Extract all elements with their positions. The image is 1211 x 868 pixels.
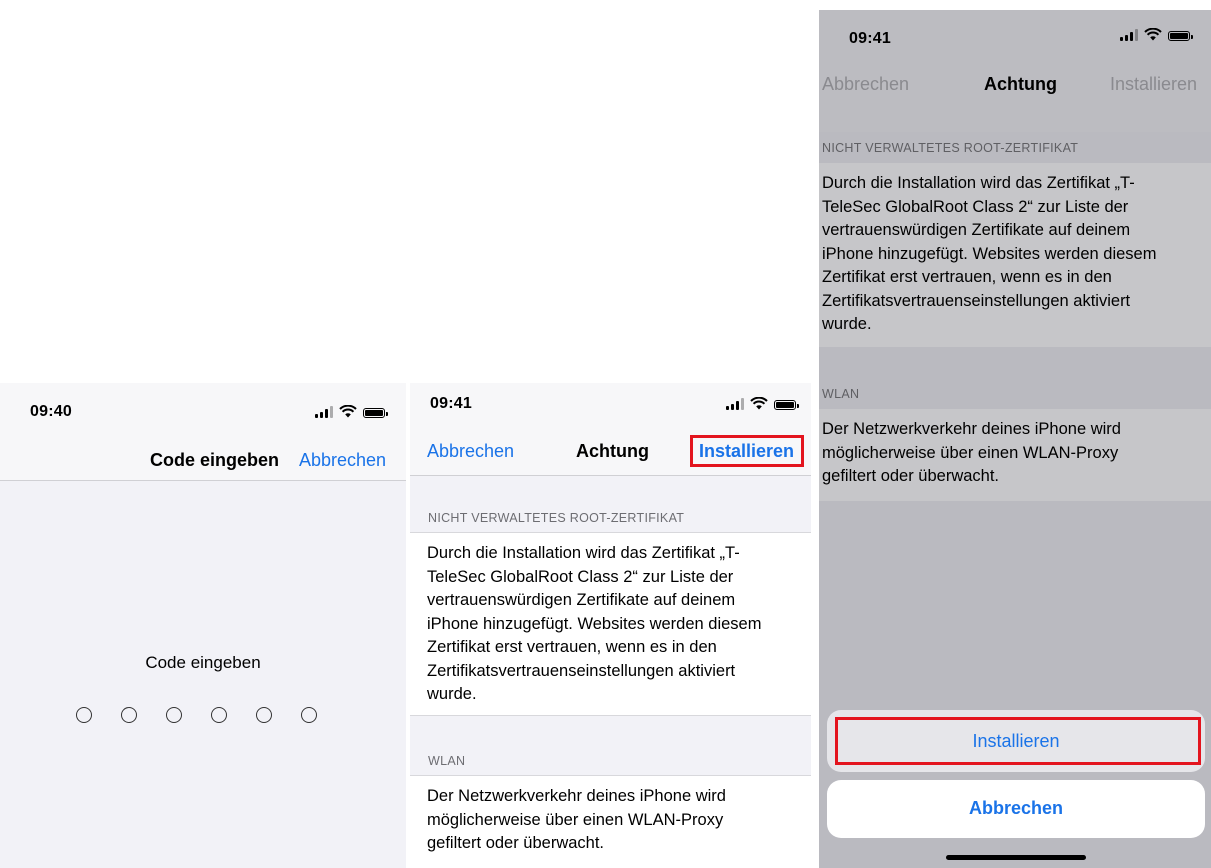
wifi-icon	[339, 405, 357, 418]
nav-title: Achtung	[984, 74, 1057, 94]
text-line: Durch die Installation wird das Zertifik…	[427, 544, 740, 562]
passcode-dot	[256, 707, 272, 723]
text-line: möglicherweise über einen WLAN-Proxy	[822, 443, 1119, 462]
text-line: wurde.	[427, 685, 477, 703]
text-line: Der Netzwerkverkehr deines iPhone wird	[427, 787, 726, 805]
status-icons	[1120, 28, 1193, 41]
nav-title: Code eingeben	[150, 450, 280, 470]
text-line: TeleSec GlobalRoot Class 2“ zur Liste de…	[822, 197, 1129, 216]
status-icons	[726, 397, 799, 410]
text-line: Zertifikat erst vertrauen, wenn es in de…	[427, 638, 717, 656]
wlan-description: Der Netzwerkverkehr deines iPhone wird m…	[822, 418, 1121, 489]
cellular-signal-icon	[726, 398, 744, 410]
text-line: vertrauenswürdigen Zertifikate auf deine…	[822, 221, 1131, 239]
install-button[interactable]: Installieren	[1110, 74, 1197, 95]
text-line: Der Netzwerkverkehr deines iPhone wird	[822, 420, 1121, 438]
warning-screen: 09:41 Abbrechen Achtung Installieren NIC…	[410, 383, 811, 868]
status-time: 09:41	[849, 30, 891, 47]
cellular-signal-icon	[1120, 29, 1138, 41]
text-line: Zertifikatsvertrauenseinstellungen aktiv…	[427, 661, 736, 680]
separator	[410, 532, 811, 533]
text-line: vertrauenswürdigen Zertifikate auf deine…	[427, 591, 736, 609]
passcode-dot	[121, 707, 137, 723]
passcode-dot	[76, 707, 92, 723]
certificate-description: Durch die Installation wird das Zertifik…	[427, 542, 761, 707]
cancel-button[interactable]: Abbrechen	[427, 441, 514, 462]
section-header-wlan: WLAN	[428, 754, 466, 768]
section-header-wlan: WLAN	[822, 387, 860, 401]
text-line: gefiltert oder überwacht.	[822, 467, 1000, 485]
text-line: wurde.	[822, 315, 872, 333]
install-confirmation-screen: 09:41 Abbrechen Achtung Installieren NIC…	[819, 10, 1211, 868]
text-line: Durch die Installation wird das Zertifik…	[822, 174, 1135, 192]
text-line: Zertifikat erst vertrauen, wenn es in de…	[822, 268, 1112, 286]
sheet-install-button[interactable]: Installieren	[827, 731, 1205, 752]
wlan-description: Der Netzwerkverkehr deines iPhone wird m…	[427, 785, 726, 856]
battery-icon	[774, 400, 799, 410]
text-line: iPhone hinzugefügt. Websites werden dies…	[427, 614, 762, 633]
cancel-button[interactable]: Abbrechen	[299, 450, 386, 471]
text-line: gefiltert oder überwacht.	[427, 834, 605, 852]
text-line: möglicherweise über einen WLAN-Proxy	[427, 810, 724, 829]
text-line: Zertifikatsvertrauenseinstellungen aktiv…	[822, 291, 1131, 310]
section-header-certificate: NICHT VERWALTETES ROOT-ZERTIFIKAT	[428, 511, 685, 525]
passcode-dots[interactable]	[76, 707, 317, 723]
cancel-button[interactable]: Abbrechen	[822, 74, 909, 95]
status-time: 09:40	[30, 403, 72, 420]
passcode-dot	[166, 707, 182, 723]
home-indicator	[946, 855, 1086, 860]
install-button[interactable]: Installieren	[699, 441, 794, 462]
certificate-description: Durch die Installation wird das Zertifik…	[822, 172, 1156, 337]
battery-icon	[1168, 31, 1193, 41]
nav-title: Achtung	[576, 441, 649, 461]
separator	[410, 775, 811, 776]
status-time: 09:41	[430, 395, 472, 412]
status-icons	[315, 405, 388, 418]
passcode-dot	[211, 707, 227, 723]
passcode-dot	[301, 707, 317, 723]
battery-icon	[363, 408, 388, 418]
passcode-prompt: Code eingeben	[145, 653, 261, 672]
cellular-signal-icon	[315, 406, 333, 418]
passcode-screen: 09:40 Code eingeben Abbrechen Code einge…	[0, 383, 406, 868]
sheet-cancel-button[interactable]: Abbrechen	[827, 798, 1205, 819]
section-header-certificate: NICHT VERWALTETES ROOT-ZERTIFIKAT	[822, 141, 1079, 155]
text-line: iPhone hinzugefügt. Websites werden dies…	[822, 244, 1157, 263]
text-line: TeleSec GlobalRoot Class 2“ zur Liste de…	[427, 567, 734, 586]
separator	[410, 715, 811, 716]
wifi-icon	[1144, 28, 1162, 41]
wifi-icon	[750, 397, 768, 410]
